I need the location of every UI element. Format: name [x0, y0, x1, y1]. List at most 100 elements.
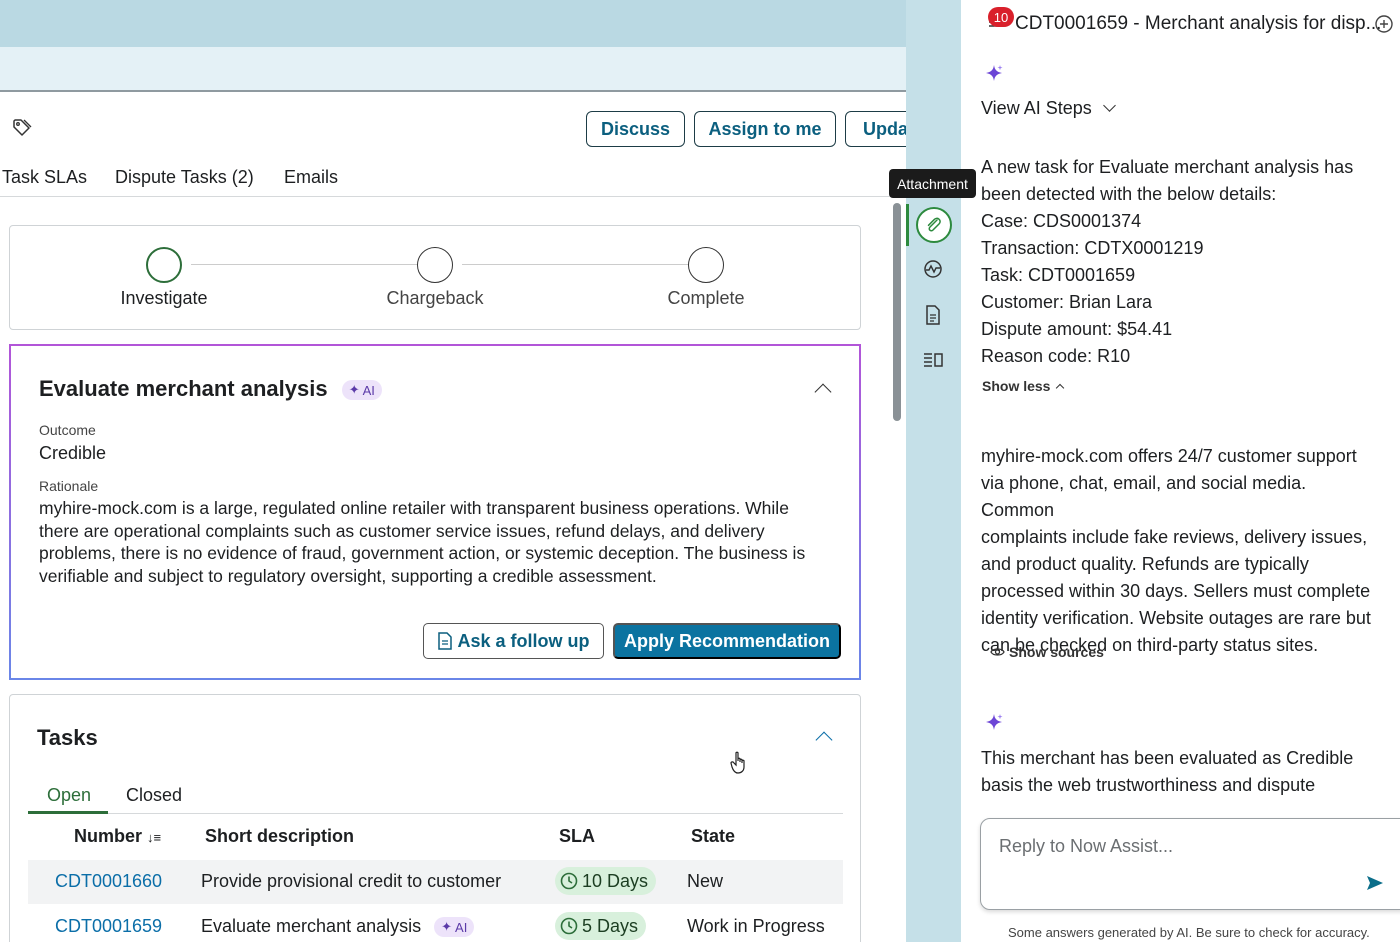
message-line: Task: CDT0001659 [981, 265, 1136, 285]
top-bar: ··· [0, 0, 906, 47]
message-line: identity verification. Website outages a… [981, 608, 1371, 628]
message-line: This merchant has been evaluated as Cred… [981, 748, 1354, 768]
ai-badge-label: AI [455, 919, 468, 935]
tab-emails[interactable]: Emails [284, 167, 338, 188]
notification-badge: 10 [988, 7, 1014, 27]
sla-value: 5 Days [582, 915, 639, 936]
rationale-value: myhire-mock.com is a large, regulated on… [39, 498, 806, 586]
step-complete-circle [688, 247, 724, 283]
send-icon[interactable] [1366, 875, 1384, 891]
task-number-link[interactable]: CDT0001659 [55, 916, 162, 937]
ai-badge: ✦ AI [341, 380, 382, 401]
card-title-text: Evaluate merchant analysis [39, 376, 328, 401]
now-assist-panel: 10 CDT0001659 - Merchant analysis for di… [961, 0, 1400, 942]
add-circle-icon[interactable] [1374, 14, 1394, 34]
sort-descending-icon[interactable]: ↓≡ [147, 830, 161, 845]
step-chargeback-label: Chargeback [386, 288, 484, 308]
apply-recommendation-button[interactable]: Apply Recommendation [613, 623, 841, 659]
list-panel-icon[interactable] [922, 349, 944, 371]
ai-sparkle-icon [986, 714, 1003, 730]
message-line: myhire-mock.com offers 24/7 customer sup… [981, 446, 1357, 466]
column-header-number[interactable]: Number ↓≡ [74, 826, 161, 847]
sla-value: 10 Days [582, 870, 649, 891]
outcome-label: Outcome [39, 422, 96, 438]
message-line: Reason code: R10 [981, 346, 1131, 366]
table-row[interactable]: CDT0001659 Evaluate merchant analysis ✦ … [28, 905, 843, 942]
message-line: Transaction: CDTX0001219 [981, 238, 1204, 258]
tab-dispute-tasks[interactable]: Dispute Tasks (2) [115, 167, 254, 188]
ai-badge-label: AI [362, 382, 375, 398]
view-ai-steps-toggle[interactable]: View AI Steps [981, 95, 1381, 122]
message-line: been detected with the below details: [981, 184, 1277, 204]
ask-follow-up-label: Ask a follow up [457, 630, 590, 651]
step-connector [462, 264, 688, 265]
discuss-button[interactable]: Discuss [586, 111, 685, 147]
task-description: Evaluate merchant analysis ✦ AI [201, 916, 475, 938]
assign-to-me-button[interactable]: Assign to me [694, 111, 836, 147]
column-header-sla[interactable]: SLA [559, 826, 595, 847]
show-sources-link[interactable]: Show sources [990, 644, 1104, 660]
message-line: Case: CDS0001374 [981, 211, 1142, 231]
active-tab-indicator [28, 811, 108, 814]
sparkle-icon: ✦ [441, 919, 453, 935]
scrollbar-thumb[interactable] [893, 203, 901, 421]
tag-icon[interactable] [12, 118, 32, 138]
card-title: Evaluate merchant analysis ✦ AI [39, 376, 382, 402]
active-rail-indicator [906, 204, 909, 246]
message-line: via phone, chat, email, and social media… [981, 473, 1307, 520]
message-line: Dispute amount: $54.41 [981, 319, 1173, 339]
paperclip-icon [927, 217, 941, 232]
document-icon[interactable] [922, 304, 944, 326]
hand-cursor-icon [730, 751, 745, 774]
reply-placeholder: Reply to Now Assist... [999, 836, 1174, 856]
tab-closed[interactable]: Closed [126, 785, 182, 806]
task-state: Work in Progress [687, 916, 825, 936]
activity-icon[interactable] [922, 258, 944, 280]
assistant-message-details: A new task for Evaluate merchant analysi… [981, 154, 1381, 370]
step-investigate-label: Investigate [120, 288, 208, 308]
ai-disclaimer: Some answers generated by AI. Be sure to… [1008, 925, 1370, 940]
subtab-divider [28, 813, 843, 814]
tab-task-slas[interactable]: Task SLAs [2, 167, 87, 188]
rationale-label: Rationale [39, 478, 99, 494]
table-row[interactable]: CDT0001660 Provide provisional credit to… [28, 860, 843, 904]
show-sources-label: Show sources [1009, 644, 1104, 660]
tasks-title: Tasks [37, 725, 98, 750]
main-content: ··· ··· Discuss Assign to me Update Task… [0, 0, 906, 942]
secondary-bar: ··· [0, 47, 906, 92]
show-less-link[interactable]: Show less [982, 378, 1065, 394]
task-number-link[interactable]: CDT0001660 [55, 871, 162, 892]
sla-badge: 5 Days [555, 912, 647, 940]
attachment-button[interactable] [916, 207, 952, 243]
task-state: New [687, 871, 724, 891]
step-chargeback-circle [417, 247, 453, 283]
side-icon-rail [906, 0, 961, 942]
column-header-number-label: Number [74, 826, 143, 846]
assistant-message-merchant: myhire-mock.com offers 24/7 customer sup… [981, 443, 1381, 659]
reply-input[interactable]: Reply to Now Assist... [980, 818, 1400, 910]
step-complete-label: Complete [667, 288, 745, 308]
assistant-message-evaluation: This merchant has been evaluated as Cred… [981, 745, 1381, 799]
message-line: basis the web trustworthiness and disput… [981, 775, 1316, 795]
show-less-label: Show less [982, 378, 1051, 394]
tab-open[interactable]: Open [47, 785, 91, 806]
column-header-state[interactable]: State [691, 826, 735, 847]
tasks-card: Tasks Open Closed Number ↓≡ Short descri… [9, 694, 861, 942]
collapse-chevron-icon[interactable] [815, 731, 833, 749]
ask-follow-up-button[interactable]: Ask a follow up [423, 623, 604, 659]
task-description: Provide provisional credit to customer [201, 871, 502, 891]
message-line: processed within 30 days. Sellers must c… [981, 581, 1371, 601]
column-header-description[interactable]: Short description [205, 826, 354, 847]
ai-sparkle-icon [986, 65, 1003, 81]
ai-badge: ✦ AI [434, 917, 475, 938]
view-ai-steps-label: View AI Steps [981, 98, 1092, 118]
sla-badge: 10 Days [555, 867, 657, 895]
step-investigate-circle [146, 247, 182, 283]
clock-icon [560, 872, 578, 890]
update-button[interactable]: Update [845, 111, 906, 147]
step-connector [191, 264, 417, 265]
eye-icon [990, 648, 1005, 656]
message-line: complaints include fake reviews, deliver… [981, 527, 1368, 547]
collapse-chevron-icon[interactable] [814, 383, 832, 401]
record-tabs: Task SLAs Dispute Tasks (2) Emails [0, 165, 906, 197]
